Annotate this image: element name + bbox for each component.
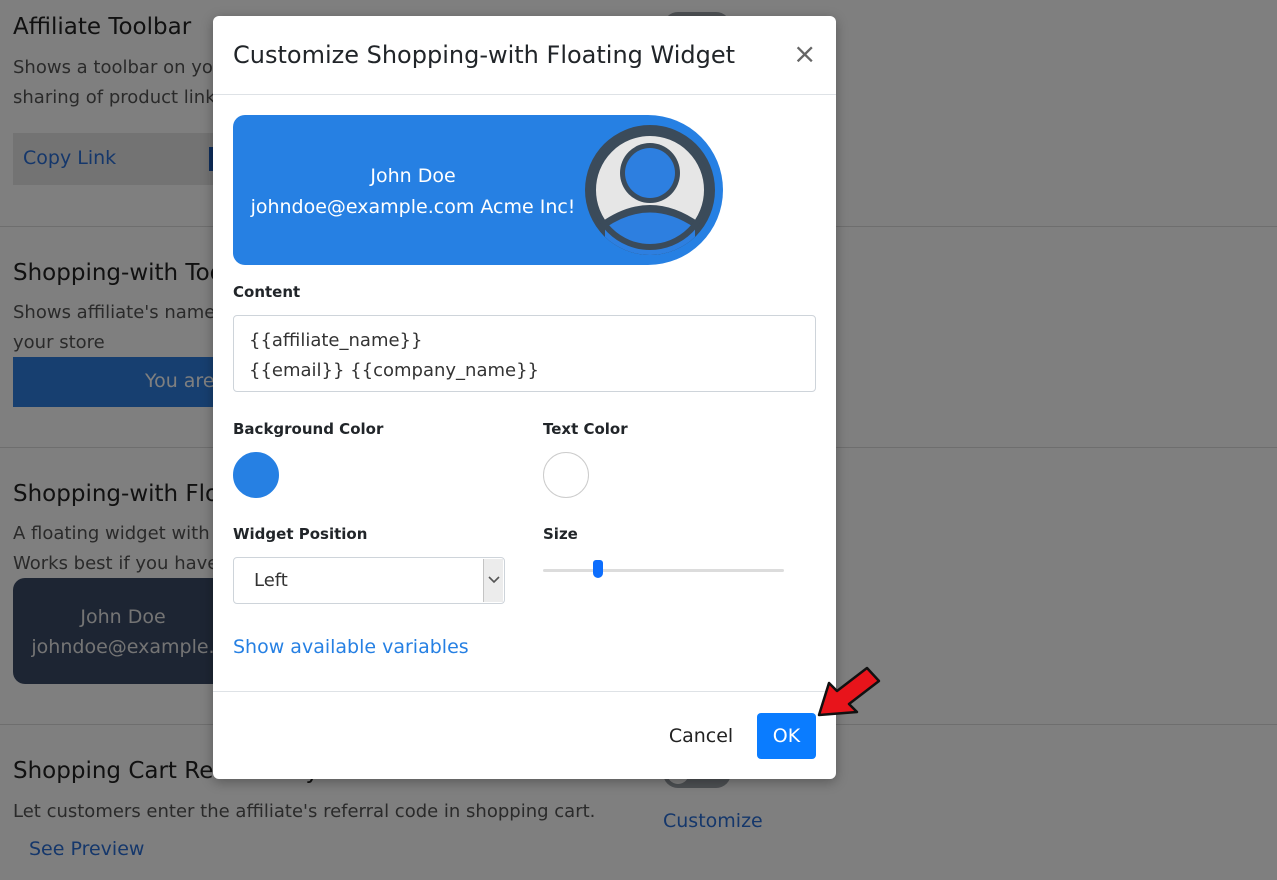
customize-widget-modal: Customize Shopping-with Floating Widget … [213,16,836,779]
widget-position-select[interactable]: Left [233,557,505,604]
chevron-down-icon[interactable] [483,559,503,602]
annotation-arrow-icon [817,666,881,717]
text-color-swatch[interactable] [543,452,589,498]
size-slider-track[interactable] [543,569,784,572]
preview-details: johndoe@example.com Acme Inc! [250,196,576,218]
size-slider-thumb[interactable] [593,560,604,578]
cancel-button[interactable]: Cancel [656,713,746,759]
modal-footer: Cancel OK [213,691,836,779]
size-label: Size [543,525,578,543]
modal-title: Customize Shopping-with Floating Widget [233,41,736,69]
widget-preview-text: John Doe johndoe@example.com Acme Inc! [233,161,593,223]
show-variables-link[interactable]: Show available variables [233,636,469,658]
ok-button[interactable]: OK [757,713,816,759]
bg-color-label: Background Color [233,420,384,438]
text-color-label: Text Color [543,420,628,438]
widget-preview: John Doe johndoe@example.com Acme Inc! [233,115,723,265]
select-value: Left [254,570,288,591]
content-label: Content [233,283,301,301]
close-icon[interactable]: × [793,40,816,68]
position-label: Widget Position [233,525,368,543]
avatar-icon [585,125,715,255]
modal-header: Customize Shopping-with Floating Widget … [213,16,836,95]
bg-color-swatch[interactable] [233,452,279,498]
preview-name: John Doe [370,165,456,187]
content-textarea[interactable]: {{affiliate_name}} {{email}} {{company_n… [233,315,816,392]
